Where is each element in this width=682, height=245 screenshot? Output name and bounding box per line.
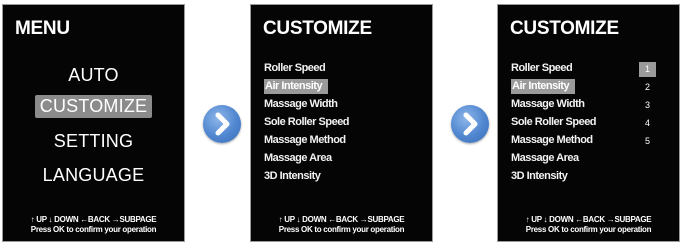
option-roller-speed[interactable]: Roller Speed [511, 59, 596, 77]
option-label: Massage Method [264, 134, 346, 146]
menu-screen: MENU AUTO CUSTOMIZE SETTING LANGUAGE ↑ U… [2, 4, 185, 242]
menu-item-label: CUSTOMIZE [34, 95, 153, 118]
menu-item-label: LANGUAGE [42, 165, 145, 185]
option-label: Massage Method [511, 134, 593, 146]
level-option[interactable]: 4 [639, 116, 656, 131]
level-option[interactable]: 3 [639, 98, 656, 113]
option-sole-roller-speed[interactable]: Sole Roller Speed [511, 113, 597, 131]
option-air-intensity[interactable]: Air Intensity [511, 77, 596, 95]
menu-item-customize[interactable]: CUSTOMIZE [3, 95, 184, 118]
customize-screen: CUSTOMIZE Roller Speed Air Intensity Mas… [250, 4, 433, 242]
option-label: Air Intensity [511, 79, 576, 94]
footer-confirm-hint: Press OK to confirm your operation [30, 225, 157, 234]
screen-title: CUSTOMIZE [263, 18, 372, 39]
option-label: Sole Roller Speed [511, 116, 597, 128]
screen-title: CUSTOMIZE [510, 18, 619, 39]
footer-help: ↑ UP ↓ DOWN ←BACK →SUBPAGE Press OK to c… [3, 215, 184, 235]
option-sole-roller-speed[interactable]: Sole Roller Speed [264, 113, 350, 131]
option-list: Roller Speed Air Intensity Massage Width… [511, 59, 597, 185]
footer-help: ↑ UP ↓ DOWN ←BACK →SUBPAGE Press OK to c… [251, 215, 432, 235]
option-label: Air Intensity [264, 79, 329, 94]
option-3d-intensity[interactable]: 3D Intensity [264, 167, 349, 185]
option-massage-width[interactable]: Massage Width [264, 95, 349, 113]
option-roller-speed[interactable]: Roller Speed [264, 59, 349, 77]
option-list: Roller Speed Air Intensity Massage Width… [264, 59, 350, 185]
menu-item-auto[interactable]: AUTO [3, 65, 184, 86]
level-option[interactable]: 2 [639, 80, 656, 95]
footer-confirm-hint: Press OK to confirm your operation [525, 225, 652, 234]
menu-item-setting[interactable]: SETTING [3, 131, 184, 152]
footer-nav-hint: ↑ UP ↓ DOWN ←BACK →SUBPAGE [30, 215, 157, 224]
footer-nav-hint: ↑ UP ↓ DOWN ←BACK →SUBPAGE [278, 215, 405, 224]
option-massage-width[interactable]: Massage Width [511, 95, 596, 113]
option-label: Roller Speed [511, 62, 573, 74]
screen-title: MENU [15, 18, 70, 39]
option-label: Sole Roller Speed [264, 116, 350, 128]
menu-item-language[interactable]: LANGUAGE [3, 165, 184, 186]
option-massage-area[interactable]: Massage Area [264, 149, 349, 167]
option-massage-area[interactable]: Massage Area [511, 149, 596, 167]
footer-confirm-hint: Press OK to confirm your operation [278, 225, 405, 234]
option-air-intensity[interactable]: Air Intensity [264, 77, 349, 95]
option-label: Massage Width [264, 98, 338, 110]
option-3d-intensity[interactable]: 3D Intensity [511, 167, 596, 185]
footer-help: ↑ UP ↓ DOWN ←BACK →SUBPAGE Press OK to c… [498, 215, 679, 235]
footer-nav-hint: ↑ UP ↓ DOWN ←BACK →SUBPAGE [525, 215, 652, 224]
option-label: Massage Area [511, 152, 579, 164]
option-label: Massage Area [264, 152, 332, 164]
level-option[interactable]: 5 [639, 134, 656, 149]
option-label: Massage Width [511, 98, 585, 110]
option-massage-method[interactable]: Massage Method [264, 131, 349, 149]
option-label: 3D Intensity [264, 170, 321, 182]
menu-item-label: SETTING [53, 131, 134, 151]
option-label: 3D Intensity [511, 170, 568, 182]
chevron-right-icon [203, 105, 241, 143]
menu-item-label: AUTO [68, 65, 119, 85]
chevron-right-icon [451, 105, 489, 143]
option-label: Roller Speed [264, 62, 326, 74]
customize-level-screen: CUSTOMIZE Roller Speed Air Intensity Mas… [497, 4, 680, 242]
option-massage-method[interactable]: Massage Method [511, 131, 596, 149]
level-option[interactable]: 1 [639, 62, 656, 77]
level-list: 1 2 3 4 5 [639, 62, 656, 152]
